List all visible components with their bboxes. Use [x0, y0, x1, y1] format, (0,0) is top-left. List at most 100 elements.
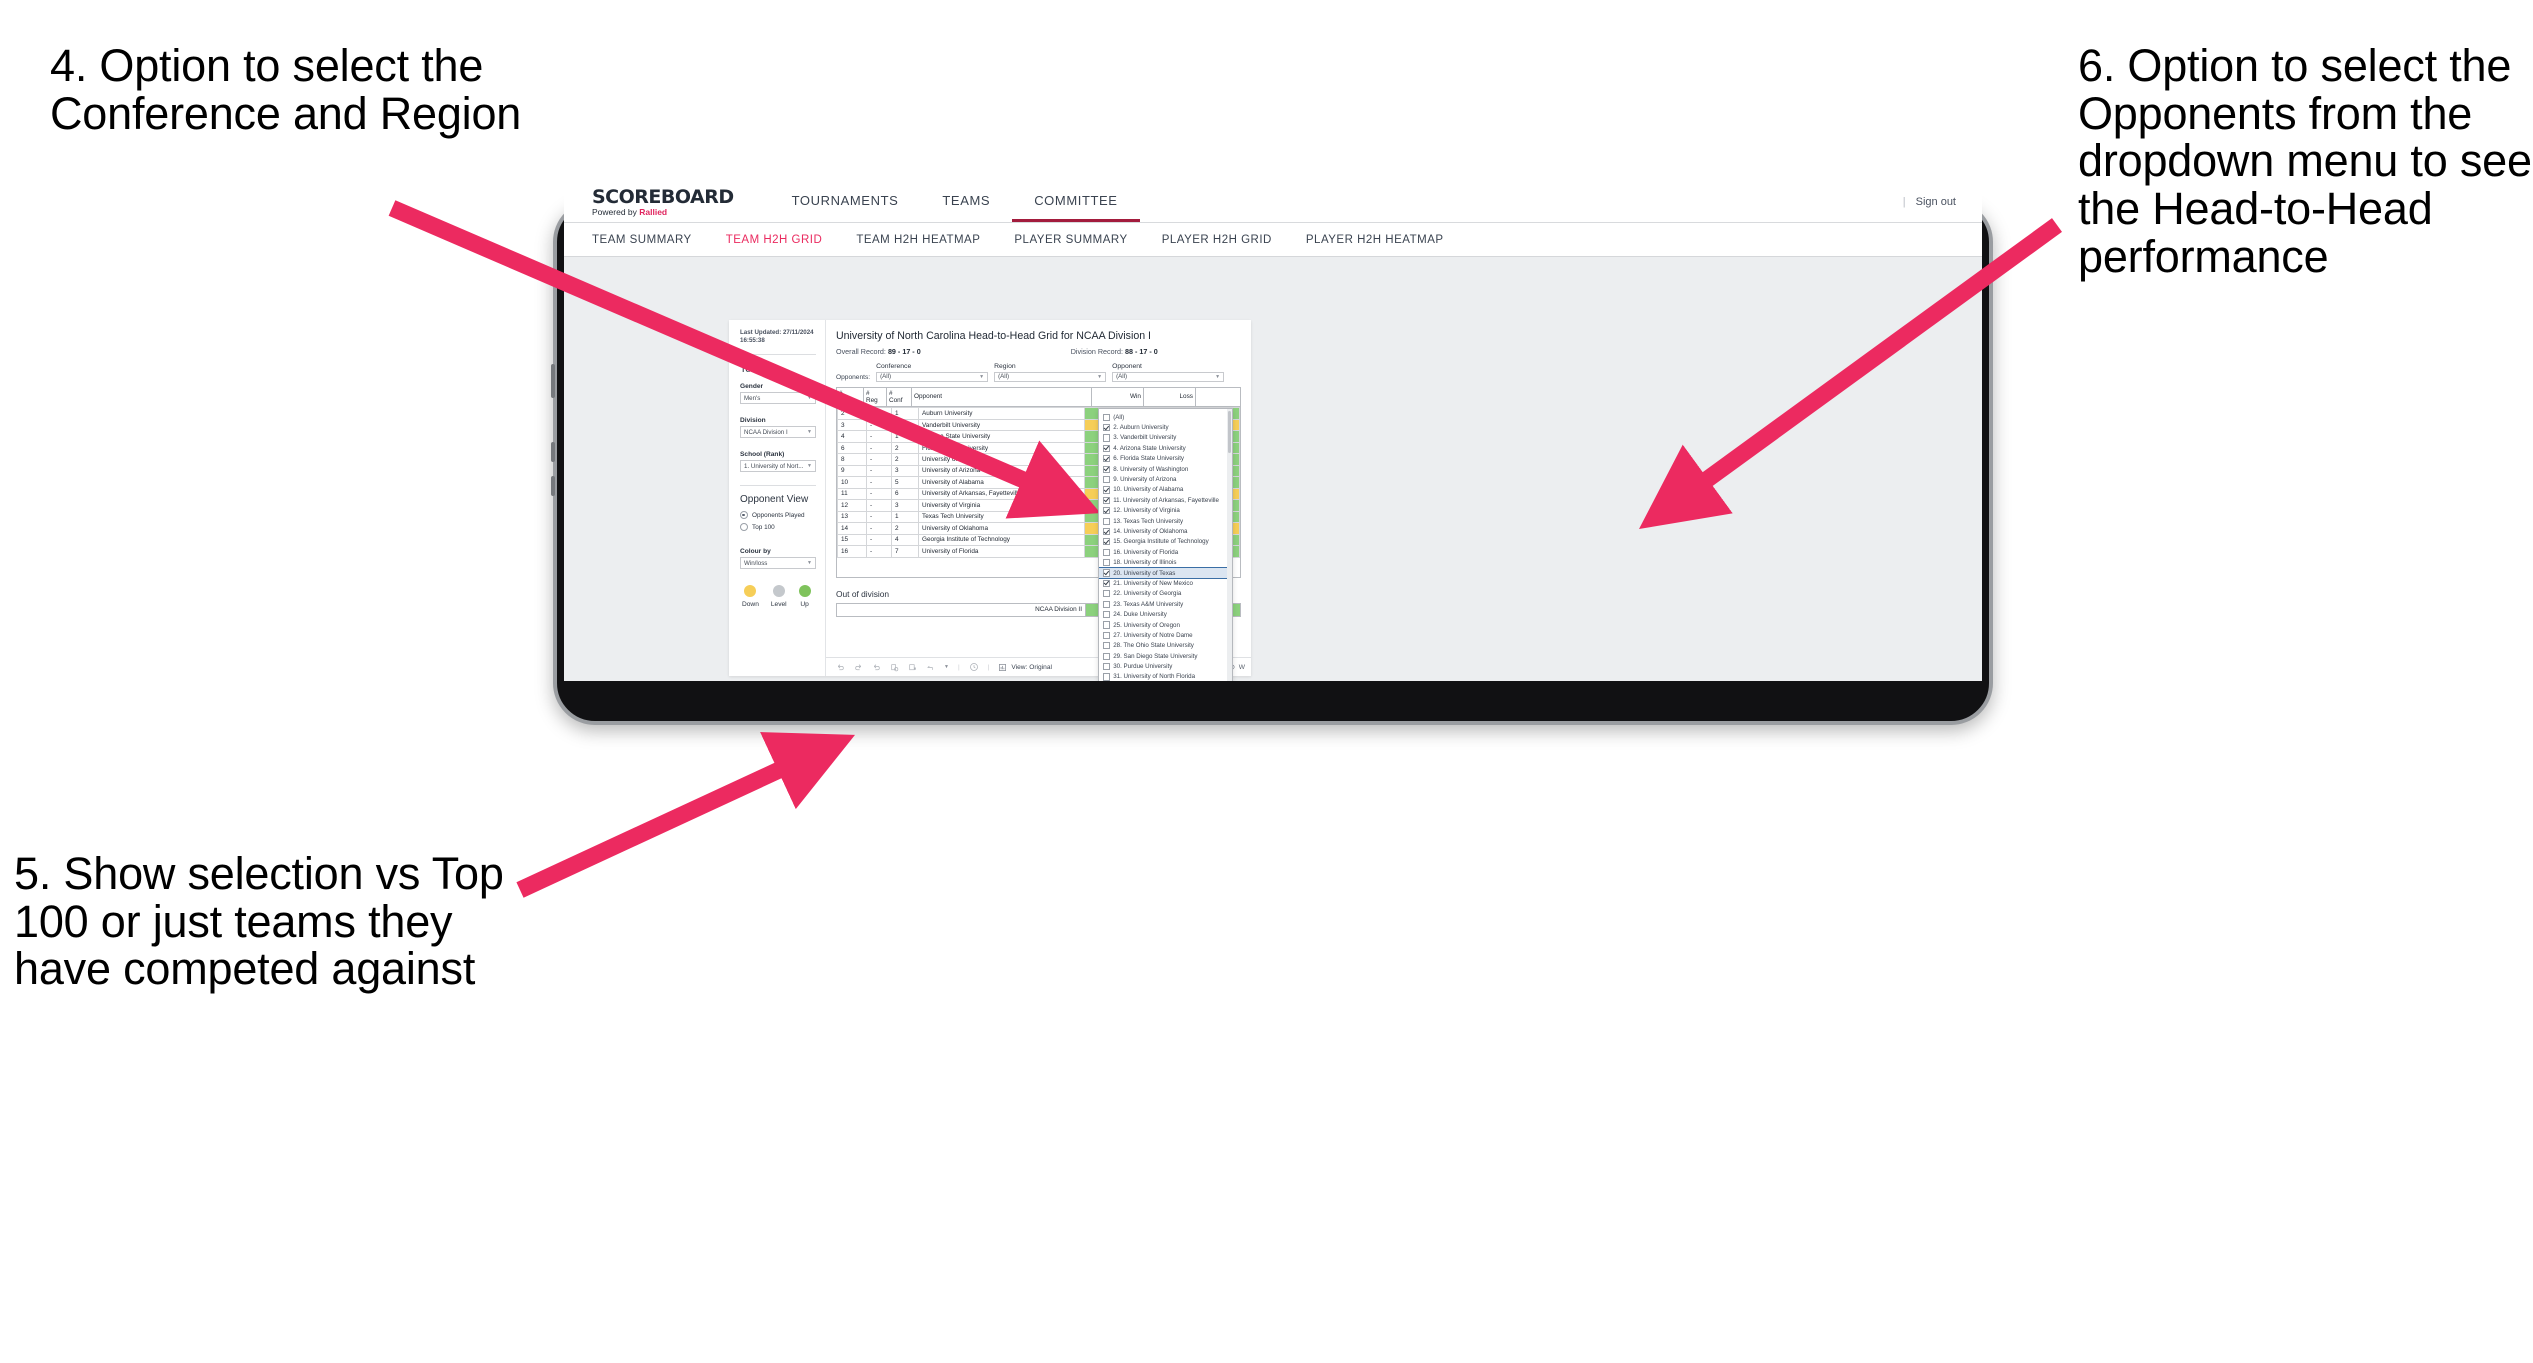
radio-top-100[interactable]: Top 100: [740, 523, 816, 532]
opponent-select[interactable]: (All) ▼: [1112, 371, 1225, 382]
cell-reg: -: [866, 545, 892, 558]
dropdown-item-label: 10. University of Alabama: [1113, 486, 1184, 494]
checkbox-checked-icon[interactable]: [1103, 465, 1111, 473]
dropdown-item[interactable]: 31. University of North Florida: [1099, 672, 1232, 681]
chevron-down-icon[interactable]: ▼: [944, 664, 949, 670]
checkbox-unchecked-icon[interactable]: [1103, 517, 1111, 525]
checkbox-checked-icon[interactable]: [1103, 455, 1111, 463]
subnav-player-summary[interactable]: PLAYER SUMMARY: [1014, 234, 1127, 246]
dropdown-item-label: 29. San Diego State University: [1113, 652, 1198, 660]
dropdown-item[interactable]: (All): [1099, 412, 1232, 422]
checkbox-checked-icon[interactable]: [1103, 496, 1111, 504]
checkbox-checked-icon[interactable]: [1103, 444, 1111, 452]
opponent-dropdown-panel[interactable]: (All) 2. Auburn University 3. Vanderbilt U…: [1098, 408, 1233, 681]
tablet-button-3: [551, 476, 555, 496]
dropdown-item[interactable]: 8. University of Washington: [1099, 464, 1232, 474]
dropdown-scrollbar-thumb[interactable]: [1227, 411, 1232, 453]
dropdown-item[interactable]: 25. University of Oregon: [1099, 620, 1232, 630]
dropdown-item[interactable]: 12. University of Virginia: [1099, 506, 1232, 516]
checkbox-checked-icon[interactable]: [1103, 579, 1111, 588]
divider: [740, 354, 816, 356]
dropdown-item[interactable]: 22. University of Georgia: [1099, 589, 1232, 599]
checkbox-unchecked-icon[interactable]: [1103, 475, 1111, 484]
dropdown-item[interactable]: 27. University of Notre Dame: [1099, 630, 1232, 640]
dropdown-item[interactable]: 18. University of Illinois: [1099, 557, 1232, 567]
subnav-team-h2h-heatmap[interactable]: TEAM H2H HEATMAP: [856, 234, 980, 246]
dropdown-item[interactable]: 30. Purdue University: [1099, 661, 1232, 671]
radio-opponents-played[interactable]: Opponents Played: [740, 511, 816, 520]
division-label: Division: [740, 417, 766, 425]
revert-icon[interactable]: [872, 663, 881, 672]
checkbox-checked-icon[interactable]: [1103, 507, 1111, 515]
opponent-value: (All): [1116, 373, 1128, 380]
dropdown-item[interactable]: 16. University of Florida: [1099, 547, 1232, 557]
dropdown-item[interactable]: 29. San Diego State University: [1099, 651, 1232, 661]
dropdown-item[interactable]: 28. The Ohio State University: [1099, 641, 1232, 651]
checkbox-checked-icon[interactable]: [1103, 538, 1111, 546]
checkbox-checked-icon[interactable]: [1103, 423, 1111, 432]
school-rank-select[interactable]: 1. University of Nort... ▼: [740, 460, 816, 473]
dropdown-item[interactable]: 14. University of Oklahoma: [1099, 526, 1232, 536]
dashboard-work-area: Last Updated: 27/11/2024 16:55:38 Team G…: [564, 257, 1982, 681]
dropdown-item[interactable]: 23. Texas A&M University: [1099, 599, 1232, 609]
checkbox-unchecked-icon[interactable]: [1103, 611, 1111, 619]
tablet-volume-button: [551, 364, 555, 398]
view-original-button[interactable]: View: Original: [998, 663, 1052, 672]
checkbox-unchecked-icon[interactable]: [1103, 621, 1111, 629]
dropdown-item[interactable]: 4. Arizona State University: [1099, 443, 1232, 453]
refresh-icon[interactable]: [890, 663, 899, 672]
checkbox-unchecked-icon[interactable]: [1103, 652, 1111, 660]
cell-reg: -: [866, 510, 892, 524]
dropdown-item[interactable]: 20. University of Texas: [1099, 566, 1232, 580]
nav-teams[interactable]: TEAMS: [920, 182, 1012, 222]
checkbox-unchecked-icon[interactable]: [1103, 662, 1111, 671]
gender-select[interactable]: Men's ▼: [740, 392, 816, 405]
subnav-player-h2h-grid[interactable]: PLAYER H2H GRID: [1162, 234, 1272, 246]
checkbox-checked-icon[interactable]: [1103, 527, 1111, 536]
signout-link[interactable]: Sign out: [1916, 196, 1956, 208]
conference-select[interactable]: (All) ▼: [876, 371, 989, 382]
checkbox-checked-icon[interactable]: [1103, 569, 1111, 577]
checkbox-checked-icon[interactable]: [1103, 486, 1111, 494]
th-opponent: Opponent: [911, 386, 1092, 408]
checkbox-unchecked-icon[interactable]: [1103, 590, 1111, 598]
dropdown-scrollbar[interactable]: [1227, 409, 1232, 681]
subnav-player-h2h-heatmap[interactable]: PLAYER H2H HEATMAP: [1306, 234, 1444, 246]
opponent-dropdown-list[interactable]: (All) 2. Auburn University 3. Vanderbilt U…: [1099, 409, 1232, 681]
undo-icon[interactable]: [836, 663, 845, 672]
checkbox-unchecked-icon[interactable]: [1103, 631, 1111, 639]
region-select[interactable]: (All) ▼: [994, 371, 1107, 382]
cell-rank: 10: [837, 476, 867, 489]
radio-opponents-played-label: Opponents Played: [752, 511, 805, 519]
checkbox-unchecked-icon[interactable]: [1103, 559, 1111, 567]
pause-auto-update-icon[interactable]: [908, 663, 917, 672]
share-icon[interactable]: [926, 663, 935, 672]
colour-by-select[interactable]: Win/loss ▼: [740, 557, 816, 570]
checkbox-unchecked-icon[interactable]: [1103, 673, 1111, 681]
dropdown-item-label: 9. University of Arizona: [1113, 476, 1177, 484]
redo-icon[interactable]: [854, 663, 863, 672]
history-clock-icon[interactable]: [969, 662, 979, 672]
division-select[interactable]: NCAA Division I ▼: [740, 426, 816, 439]
checkbox-unchecked-icon[interactable]: [1103, 642, 1111, 650]
checkbox-unchecked-icon[interactable]: [1103, 413, 1111, 421]
dropdown-item[interactable]: 3. Vanderbilt University: [1099, 433, 1232, 443]
dropdown-item[interactable]: 2. Auburn University: [1099, 422, 1232, 432]
dropdown-item[interactable]: 6. Florida State University: [1099, 454, 1232, 464]
dropdown-item[interactable]: 24. Duke University: [1099, 609, 1232, 619]
subnav-team-summary[interactable]: TEAM SUMMARY: [592, 234, 692, 246]
dropdown-item[interactable]: 11. University of Arkansas, Fayetteville: [1099, 495, 1232, 505]
chevron-down-icon: ▼: [1215, 373, 1221, 380]
nav-committee[interactable]: COMMITTEE: [1012, 182, 1140, 222]
dropdown-item[interactable]: 9. University of Arizona: [1099, 474, 1232, 484]
dropdown-item[interactable]: 13. Texas Tech University: [1099, 516, 1232, 526]
dropdown-item[interactable]: 21. University of New Mexico: [1099, 578, 1232, 588]
dropdown-item[interactable]: 15. Georgia Institute of Technology: [1099, 537, 1232, 547]
checkbox-unchecked-icon[interactable]: [1103, 600, 1111, 608]
app-logo[interactable]: SCOREBOARD Powered by Rallied: [564, 182, 734, 222]
dropdown-item[interactable]: 10. University of Alabama: [1099, 485, 1232, 495]
checkbox-unchecked-icon[interactable]: [1103, 548, 1111, 556]
subnav-team-h2h-grid[interactable]: TEAM H2H GRID: [726, 234, 823, 246]
nav-tournaments[interactable]: TOURNAMENTS: [770, 182, 921, 222]
checkbox-unchecked-icon[interactable]: [1103, 434, 1111, 442]
